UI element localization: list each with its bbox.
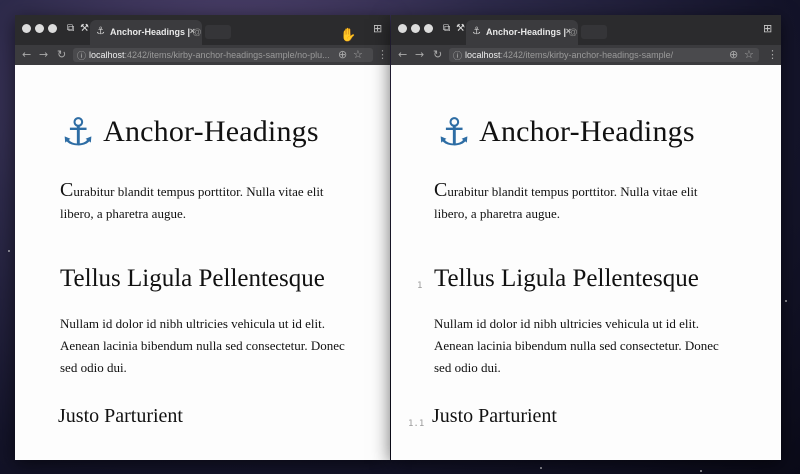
heading-number: 1 (417, 281, 423, 291)
info-icon[interactable]: ⓘ (453, 49, 462, 62)
extension-icon[interactable]: ⧉ (67, 23, 74, 34)
reload-icon[interactable]: ↻ (433, 48, 442, 61)
wand-icon[interactable]: ⚒ (80, 23, 89, 34)
tab-title: Anchor-Headings | (486, 27, 567, 37)
new-tab-button[interactable] (581, 25, 607, 39)
drop-cap: C (60, 179, 74, 201)
intro-paragraph: Curabitur blandit tempus porttitor. Null… (60, 179, 360, 225)
bookmark-star-icon[interactable]: ☆ (744, 48, 754, 61)
address-bar: ← → ↻ ⓘ localhost:4242/items/kirby-ancho… (391, 45, 781, 65)
tab-anchor-headings[interactable]: ⚓ Anchor-Headings | @e × (90, 20, 202, 45)
browser-window-right: ⧉ ⚒ ⚓ Anchor-Headings | @e × ⊞ ← → ↻ ⓘ l… (391, 15, 781, 460)
star-dot (8, 250, 10, 252)
intro-text: urabitur blandit tempus porttitor. Nulla… (60, 184, 324, 221)
anchor-icon: ⚓ (472, 26, 481, 37)
minimize-window-button[interactable] (411, 24, 420, 33)
page-title: Anchor-Headings (479, 115, 695, 148)
intro-paragraph: Curabitur blandit tempus porttitor. Null… (434, 179, 734, 225)
url-path: :4242/items/kirby-anchor-headings-sample… (500, 50, 674, 60)
wand-icon[interactable]: ⚒ (456, 23, 465, 34)
zoom-icon[interactable]: ⊕ (729, 48, 738, 61)
star-dot (785, 300, 787, 302)
tab-title: Anchor-Headings | (110, 27, 191, 37)
subsection-heading: Justo Parturient (432, 405, 557, 427)
url-host: localhost (465, 50, 501, 60)
section-paragraph: Nullam id dolor id nibh ultricies vehicu… (60, 316, 345, 375)
close-tab-icon[interactable]: × (190, 26, 195, 36)
anchor-icon: ⚓ (437, 110, 472, 154)
page-title: Anchor-Headings (103, 115, 319, 148)
url-host: localhost (89, 50, 125, 60)
page-title-row: ⚓ Anchor-Headings (437, 113, 695, 151)
zoom-icon[interactable]: ⊕ (338, 48, 347, 61)
drop-cap: C (434, 179, 448, 201)
tab-anchor-headings[interactable]: ⚓ Anchor-Headings | @e × (466, 20, 578, 45)
tab-strip: ⧉ ⚒ ⚓ Anchor-Headings | @e × ⊞ (15, 15, 390, 45)
forward-icon[interactable]: → (415, 48, 424, 61)
close-window-button[interactable] (22, 24, 31, 33)
anchor-icon: ⚓ (96, 26, 105, 37)
extension-icon[interactable]: ⊞ (373, 22, 382, 35)
menu-icon[interactable]: ⋮ (377, 48, 388, 61)
maximize-window-button[interactable] (48, 24, 57, 33)
new-tab-button[interactable] (205, 25, 231, 39)
maximize-window-button[interactable] (424, 24, 433, 33)
star-dot (540, 467, 542, 469)
section-paragraph: Nullam id dolor id nibh ultricies vehicu… (434, 316, 719, 375)
section-heading: Tellus Ligula Pellentesque (434, 265, 699, 292)
subsection-heading: Justo Parturient (58, 405, 183, 427)
url-field[interactable]: ⓘ localhost:4242/items/kirby-anchor-head… (73, 48, 373, 62)
forward-icon[interactable]: → (39, 48, 48, 61)
reload-icon[interactable]: ↻ (57, 48, 66, 61)
star-dot (700, 470, 702, 472)
address-bar: ← → ↻ ⓘ localhost:4242/items/kirby-ancho… (15, 45, 390, 65)
browser-window-left: ⧉ ⚒ ⚓ Anchor-Headings | @e × ⊞ ← → ↻ ⓘ l… (15, 15, 390, 460)
info-icon[interactable]: ⓘ (77, 49, 86, 62)
minimize-window-button[interactable] (35, 24, 44, 33)
tab-strip: ⧉ ⚒ ⚓ Anchor-Headings | @e × ⊞ (391, 15, 781, 45)
extension-icon[interactable]: ⊞ (763, 22, 772, 35)
back-icon[interactable]: ← (398, 48, 407, 61)
page-title-row: ⚓ Anchor-Headings (61, 113, 319, 151)
heading-number: 1.1 (408, 419, 425, 429)
close-window-button[interactable] (398, 24, 407, 33)
bookmark-star-icon[interactable]: ☆ (353, 48, 363, 61)
section-heading: Tellus Ligula Pellentesque (60, 265, 325, 292)
extension-icon[interactable]: ⧉ (443, 23, 450, 34)
url-path: :4242/items/kirby-anchor-headings-sample… (124, 50, 330, 60)
anchor-icon: ⚓ (61, 110, 96, 154)
intro-text: urabitur blandit tempus porttitor. Nulla… (434, 184, 698, 221)
close-tab-icon[interactable]: × (566, 26, 571, 36)
hand-cursor-icon: ✋ (340, 28, 357, 43)
url-field[interactable]: ⓘ localhost:4242/items/kirby-anchor-head… (449, 48, 759, 62)
back-icon[interactable]: ← (22, 48, 31, 61)
menu-icon[interactable]: ⋮ (767, 48, 778, 61)
